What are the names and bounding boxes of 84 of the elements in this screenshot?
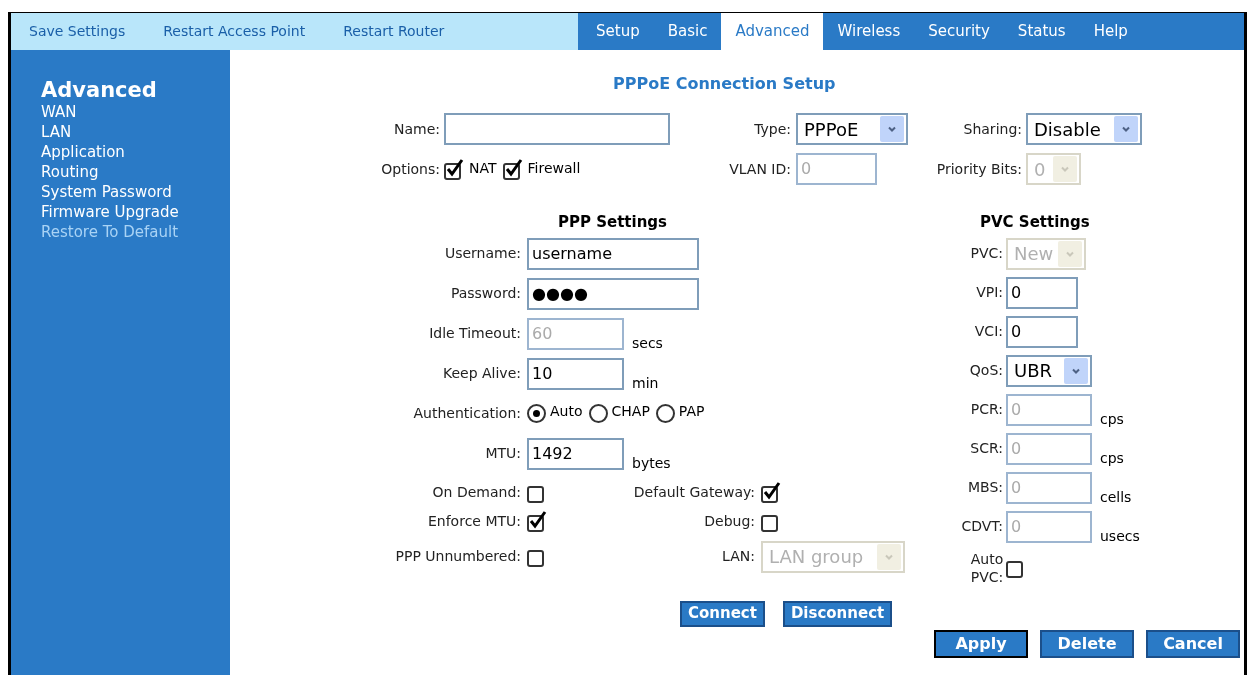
radio-button[interactable]: [527, 404, 546, 423]
input-field[interactable]: 0: [1006, 315, 1078, 348]
sidebar-link[interactable]: Routing: [41, 162, 230, 182]
field-label: Default Gateway:: [633, 482, 755, 502]
radio-button[interactable]: [655, 404, 675, 423]
dropdown[interactable]: PPPoE: [796, 113, 908, 145]
field-label: Priority Bits:: [936, 159, 1022, 179]
nav-tab[interactable]: Wireless: [823, 13, 915, 50]
checkbox-label: NAT: [469, 158, 497, 178]
field-label: PCR:: [970, 400, 1003, 419]
field-label: Sharing:: [963, 119, 1022, 139]
chevron-icon: [1064, 357, 1088, 384]
form-button[interactable]: Delete: [1040, 629, 1134, 658]
unit-label: cps: [1100, 409, 1124, 429]
chevron-icon: [1058, 240, 1082, 267]
radio-label: Auto: [550, 402, 583, 421]
field-label: VCI:: [974, 322, 1003, 341]
checkbox-label: Firewall: [527, 158, 581, 178]
nav-link[interactable]: Restart Router: [343, 21, 445, 42]
input-field[interactable]: 0: [1006, 276, 1078, 309]
form-button[interactable]: Apply: [934, 629, 1028, 658]
nav-tab[interactable]: Help: [1079, 13, 1142, 50]
field-label: CDVT:: [961, 517, 1003, 536]
field-label: Password:: [450, 284, 521, 303]
field-label: Auto PVC:: [969, 549, 1005, 586]
chevron-icon: [1053, 156, 1077, 182]
unit-label: secs: [632, 333, 663, 353]
sidebar-link[interactable]: System Password: [41, 182, 230, 202]
field-label: On Demand:: [432, 482, 521, 502]
nav-tab[interactable]: Security: [914, 13, 1004, 50]
section-heading: PVC Settings: [980, 212, 1090, 233]
radio-label: CHAP: [611, 402, 650, 421]
field-label: Idle Timeout:: [429, 324, 521, 343]
section-heading: PPP Settings: [558, 212, 667, 233]
field-label: PVC:: [970, 244, 1003, 263]
field-label: Username:: [444, 244, 521, 263]
field-label: MBS:: [967, 478, 1003, 497]
radio-button[interactable]: [588, 404, 608, 423]
sidebar-link[interactable]: Restore To Default: [41, 222, 230, 242]
nav-link[interactable]: Restart Access Point: [163, 21, 306, 42]
field-label: Type:: [754, 119, 791, 139]
field-label: VPI:: [976, 283, 1003, 302]
field-label: Authentication:: [413, 404, 521, 423]
sidebar-link[interactable]: Application: [41, 142, 230, 162]
sidebar-title: Advanced: [41, 78, 158, 102]
sidebar-link[interactable]: WAN: [41, 102, 230, 122]
unit-label: cps: [1100, 448, 1124, 468]
field-label: VLAN ID:: [729, 159, 791, 179]
unit-label: cells: [1100, 487, 1132, 507]
unit-label: min: [632, 373, 659, 393]
form-button[interactable]: Cancel: [1146, 629, 1240, 658]
chevron-icon: [877, 543, 901, 570]
unit-label: usecs: [1100, 526, 1140, 546]
field-label: Options:: [381, 159, 440, 179]
sidebar-link[interactable]: Firmware Upgrade: [41, 202, 230, 222]
chevron-icon: [1114, 116, 1138, 142]
page-title: PPPoE Connection Setup: [613, 73, 836, 95]
dropdown[interactable]: Disable: [1026, 113, 1142, 145]
field-label: Debug:: [704, 511, 755, 531]
input-field[interactable]: ●●●●: [527, 277, 699, 310]
field-label: Enforce MTU:: [427, 511, 521, 531]
unit-label: bytes: [632, 453, 671, 473]
input-field[interactable]: [444, 113, 670, 145]
field-label: QoS:: [969, 361, 1003, 380]
chevron-icon: [880, 116, 904, 142]
field-label: PPP Unnumbered:: [395, 547, 521, 566]
field-label: SCR:: [970, 439, 1003, 458]
form-button[interactable]: Disconnect: [782, 600, 893, 627]
nav-tab[interactable]: Status: [1003, 13, 1080, 50]
input-field[interactable]: 1492: [527, 437, 624, 470]
form-button[interactable]: Connect: [680, 600, 765, 627]
nav-link[interactable]: Save Settings: [29, 21, 126, 42]
field-label: MTU:: [485, 444, 521, 463]
nav-tab[interactable]: Basic: [653, 13, 722, 50]
field-label: Name:: [393, 119, 440, 139]
input-field[interactable]: 10: [527, 357, 624, 390]
field-label: Keep Alive:: [442, 364, 521, 383]
sidebar-link[interactable]: LAN: [41, 122, 230, 142]
field-label: LAN:: [722, 547, 755, 566]
radio-label: PAP: [678, 402, 705, 421]
nav-tab[interactable]: Advanced: [721, 13, 824, 50]
input-field[interactable]: username: [527, 237, 699, 270]
dropdown[interactable]: UBR: [1006, 354, 1092, 387]
nav-tab[interactable]: Setup: [582, 13, 654, 50]
